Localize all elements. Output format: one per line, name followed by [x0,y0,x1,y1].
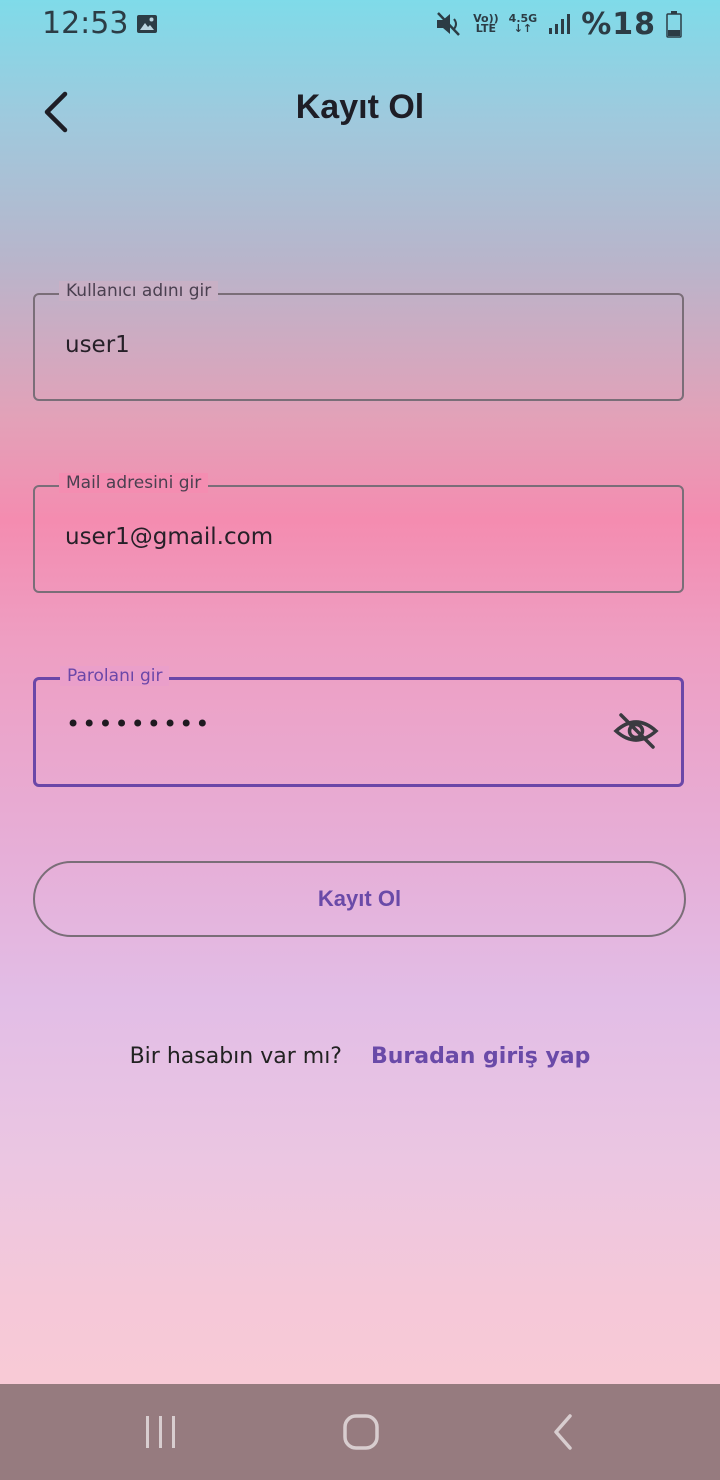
username-label: Kullanıcı adını gir [59,281,219,301]
email-input[interactable]: user1@gmail.com [65,524,585,550]
mute-icon [437,12,461,36]
email-field[interactable]: Mail adresini gir user1@gmail.com [33,473,684,593]
register-button[interactable]: Kayıt Ol [33,861,686,937]
status-time: 12:53 [42,6,129,41]
email-label: Mail adresini gir [59,473,209,493]
login-prompt: Bir hasabın var mı? Buradan giriş yap [0,1044,720,1069]
username-field[interactable]: Kullanıcı adını gir user1 [33,281,684,401]
status-icons: Vo)) LTE 4.5G ↓↑ %18 [435,6,682,42]
login-link[interactable]: Buradan giriş yap [371,1044,590,1069]
status-bar: 12:53 Vo)) LTE 4.5G ↓↑ %18 [0,0,720,50]
page-title: Kayıt Ol [295,88,425,126]
signal-icon [549,14,571,34]
eye-off-icon[interactable] [613,711,659,751]
battery-icon [666,11,682,38]
navigation-bar [0,1384,720,1480]
network-arrows-icon: 4.5G ↓↑ [508,12,538,35]
back-icon[interactable] [546,1412,584,1452]
username-input[interactable]: user1 [65,332,585,358]
password-label: Parolanı gir [60,666,170,686]
gallery-icon [137,15,157,33]
recent-apps-icon[interactable] [142,1412,180,1452]
home-icon[interactable] [342,1412,380,1452]
volte-icon: Vo)) LTE [473,12,499,35]
battery-level: %18 [581,6,656,42]
password-field[interactable]: Parolanı gir ••••••••• [33,666,684,787]
password-input[interactable]: ••••••••• [66,710,586,738]
login-question: Bir hasabın var mı? [129,1044,342,1069]
